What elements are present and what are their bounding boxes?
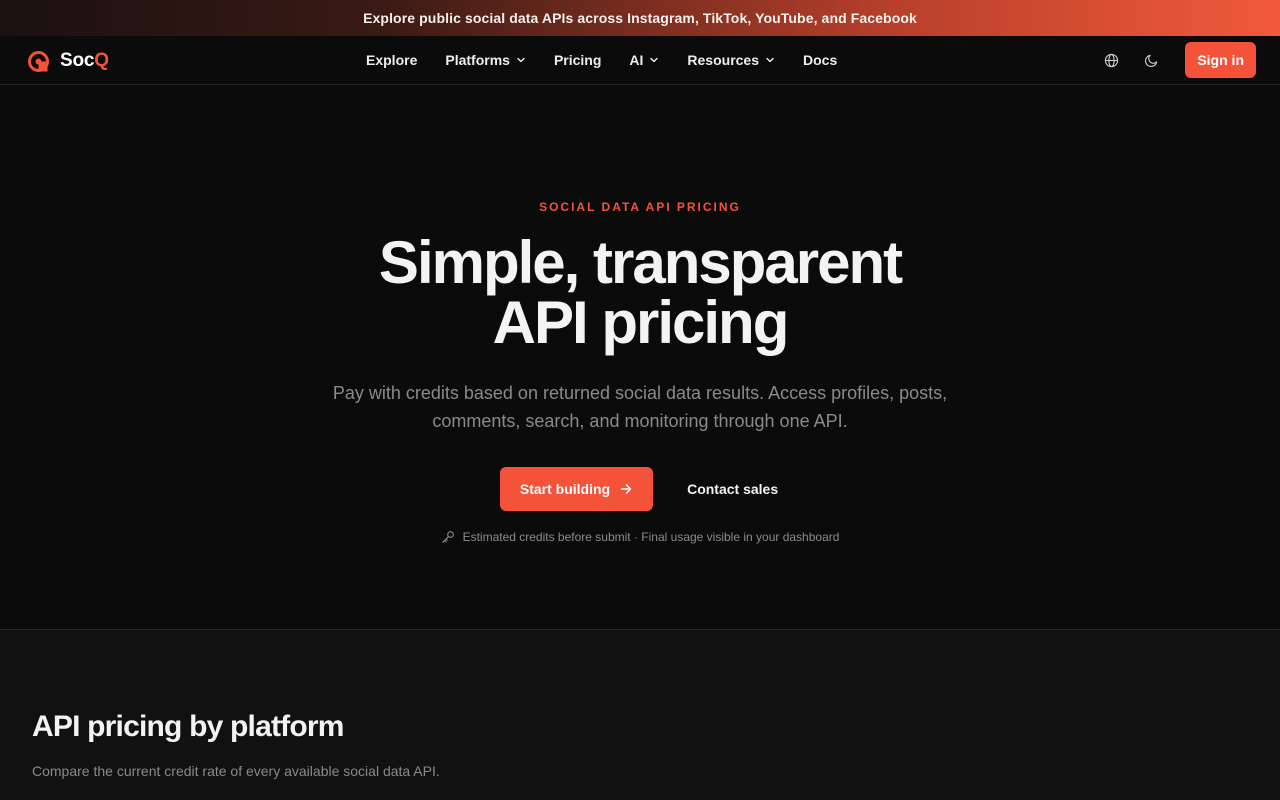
- theme-toggle-button[interactable]: [1139, 48, 1163, 72]
- announcement-banner[interactable]: Explore public social data APIs across I…: [0, 0, 1280, 36]
- nav-item-ai[interactable]: AI: [629, 52, 659, 68]
- nav-item-resources[interactable]: Resources: [687, 52, 775, 68]
- hero-section: SOCIAL DATA API PRICING Simple, transpar…: [0, 85, 1280, 630]
- pricing-by-platform-section: API pricing by platform Compare the curr…: [0, 630, 1280, 800]
- top-navigation: SocQ Explore Platforms Pricing AI Resour…: [0, 36, 1280, 85]
- subtitle-line: Pay with credits based on returned socia…: [332, 383, 948, 403]
- nav-item-label: Docs: [803, 52, 838, 68]
- hero-subtitle: Pay with credits based on returned socia…: [310, 379, 970, 435]
- headline-line: API pricing: [492, 289, 790, 356]
- moon-icon: [1144, 54, 1158, 67]
- section-title: API pricing by platform: [32, 710, 344, 743]
- button-label: Start building: [519, 481, 611, 497]
- sign-in-button[interactable]: Sign in: [1185, 42, 1256, 78]
- nav-item-label: Explore: [366, 52, 418, 68]
- socq-logo-icon: [28, 50, 49, 72]
- section-subtitle: Compare the current credit rate of every…: [32, 763, 440, 779]
- note-text: Estimated credits before submit · Final …: [462, 530, 840, 544]
- nav-item-platforms[interactable]: Platforms: [445, 52, 526, 68]
- subtitle-line: comments, search, and monitoring through…: [432, 411, 848, 431]
- nav-item-label: Resources: [687, 52, 759, 68]
- language-button[interactable]: [1099, 48, 1123, 72]
- contact-sales-button[interactable]: Contact sales: [685, 467, 780, 511]
- nav-item-label: Pricing: [553, 52, 602, 68]
- cta-row: Start building Contact sales: [0, 467, 1280, 511]
- key-icon: [441, 531, 454, 543]
- hero-eyebrow: SOCIAL DATA API PRICING: [539, 200, 741, 214]
- nav-item-docs[interactable]: Docs: [803, 52, 837, 68]
- page-title: Simple, transparent API pricing: [0, 233, 1280, 353]
- nav-actions: Sign in: [1099, 42, 1256, 78]
- chevron-down-icon: [517, 57, 525, 63]
- logo-wordmark: SocQ: [60, 50, 109, 71]
- nav-item-explore[interactable]: Explore: [366, 52, 417, 68]
- chevron-down-icon: [650, 57, 659, 63]
- nav-item-pricing[interactable]: Pricing: [554, 52, 601, 68]
- start-building-button[interactable]: Start building: [499, 467, 654, 511]
- credits-note: Estimated credits before submit · Final …: [0, 530, 1280, 544]
- nav-item-label: Platforms: [445, 52, 510, 68]
- logo-link[interactable]: SocQ: [28, 50, 109, 72]
- banner-text[interactable]: Explore public social data APIs across I…: [363, 10, 917, 26]
- arrow-right-icon: [620, 484, 632, 494]
- globe-icon: [1104, 53, 1118, 67]
- main-nav-links: Explore Platforms Pricing AI Resources D…: [366, 36, 837, 84]
- nav-item-label: AI: [629, 52, 644, 68]
- chevron-down-icon: [766, 57, 774, 63]
- headline-line: Simple, transparent: [378, 229, 903, 296]
